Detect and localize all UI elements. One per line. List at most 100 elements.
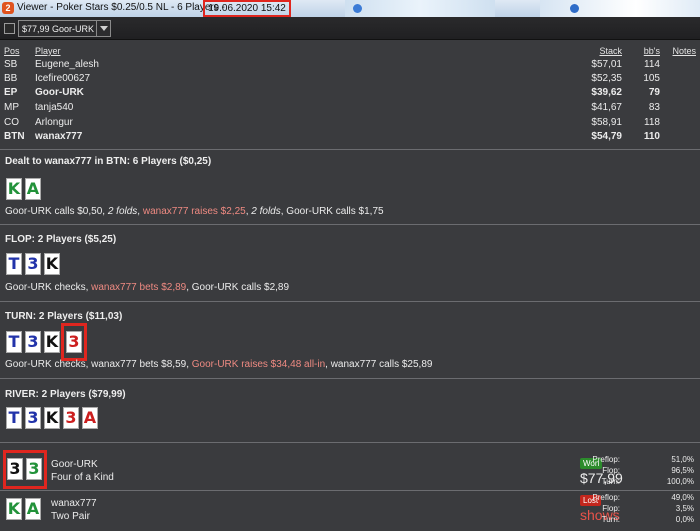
player-name: Arlongur bbox=[35, 117, 73, 128]
showdown-hand: Two Pair bbox=[51, 511, 90, 522]
board-card: K bbox=[44, 331, 60, 353]
action-text: , wanax777 calls $25,89 bbox=[325, 359, 433, 370]
action-text: 2 folds bbox=[107, 206, 138, 217]
board-card: 3 bbox=[25, 253, 41, 275]
equity-label: Preflop: bbox=[592, 493, 620, 502]
board-card: T bbox=[6, 407, 22, 429]
player-position: SB bbox=[4, 59, 18, 70]
action-text: Goor-URK calls $0,50, bbox=[5, 206, 108, 217]
action-text-highlight: wanax777 bets $2,89 bbox=[91, 282, 187, 293]
player-position: MP bbox=[4, 102, 19, 113]
action-text: , Goor-URK calls $1,75 bbox=[280, 206, 384, 217]
action-text-highlight: Goor-URK raises $34,48 all-in bbox=[191, 359, 326, 370]
player-stack: $57,01 bbox=[591, 59, 622, 70]
player-bbs: 105 bbox=[643, 73, 660, 84]
divider bbox=[0, 378, 700, 379]
header-notes[interactable]: Notes bbox=[672, 46, 696, 56]
player-stack: $52,35 bbox=[591, 73, 622, 84]
turn-actions: Goor-URK checks, wanax777 bets $8,59, Go… bbox=[5, 359, 432, 370]
action-text: Goor-URK checks, bbox=[5, 282, 92, 293]
action-text-highlight: wanax777 raises $2,25 bbox=[142, 206, 246, 217]
app-icon: 2 bbox=[2, 2, 14, 14]
equity-value: 51,0% bbox=[671, 455, 694, 464]
window-title: Viewer - Poker Stars $0.25/0.5 NL - 6 Pl… bbox=[17, 2, 225, 13]
hole-card: K bbox=[6, 178, 22, 200]
player-stack: $54,79 bbox=[591, 131, 622, 142]
header-bbs[interactable]: bb's bbox=[644, 46, 660, 56]
turn-title: TURN: 2 Players ($11,03) bbox=[5, 311, 123, 322]
player-bbs: 118 bbox=[644, 117, 660, 128]
player-bbs: 83 bbox=[648, 102, 660, 113]
player-position: BTN bbox=[4, 131, 25, 142]
board-card: 3 bbox=[25, 407, 41, 429]
action-text: , Goor-URK calls $2,89 bbox=[186, 282, 290, 293]
toolbar: $77,99 Goor-URK bbox=[0, 17, 700, 40]
showdown-player-name: Goor-URK bbox=[51, 459, 98, 470]
divider bbox=[0, 442, 700, 443]
player-row: SB Eugene_alesh $57,01 114 bbox=[0, 59, 700, 71]
player-row: BB Icefire00627 $52,35 105 bbox=[0, 73, 700, 85]
highlight-box bbox=[61, 323, 87, 361]
player-bbs: 79 bbox=[648, 87, 660, 98]
action-text: Goor-URK checks, wanax777 bets $8,59, bbox=[5, 359, 192, 370]
header-player[interactable]: Player bbox=[35, 46, 61, 56]
divider bbox=[0, 149, 700, 150]
player-name: Goor-URK bbox=[35, 87, 84, 98]
equity-value: 3,5% bbox=[675, 504, 694, 513]
player-position: EP bbox=[4, 87, 18, 98]
equity-label: Flop: bbox=[602, 504, 620, 513]
showdown-card: K bbox=[6, 498, 22, 520]
showdown-card: A bbox=[25, 498, 41, 520]
chevron-down-icon[interactable] bbox=[96, 21, 110, 36]
board-card: A bbox=[82, 407, 98, 429]
player-row: BTN wanax777 $54,79 110 bbox=[0, 131, 700, 143]
equity-value: 96,5% bbox=[671, 466, 694, 475]
showdown-player-name: wanax777 bbox=[51, 498, 97, 509]
action-text: 2 folds bbox=[251, 206, 281, 217]
board-card: K bbox=[44, 253, 60, 275]
player-bbs: 110 bbox=[643, 131, 660, 142]
board-card: T bbox=[6, 253, 22, 275]
taskbar-thumbnail bbox=[345, 0, 495, 17]
board-card: 3 bbox=[25, 331, 41, 353]
player-position: BB bbox=[4, 73, 18, 84]
equity-label: Preflop: bbox=[592, 455, 620, 464]
player-stack: $41,67 bbox=[591, 102, 622, 113]
player-name: tanja540 bbox=[35, 102, 74, 113]
equity-value: 100,0% bbox=[666, 477, 694, 486]
divider bbox=[0, 224, 700, 225]
board-card: K bbox=[44, 407, 60, 429]
player-position: CO bbox=[4, 117, 19, 128]
preflop-actions: Goor-URK calls $0,50, 2 folds, wanax777 … bbox=[5, 206, 384, 217]
player-stack: $39,62 bbox=[591, 87, 622, 98]
player-select[interactable]: $77,99 Goor-URK bbox=[18, 20, 111, 37]
header-pos[interactable]: Pos bbox=[4, 46, 20, 56]
equity-value: 0,0% bbox=[675, 515, 694, 524]
player-name: Eugene_alesh bbox=[35, 59, 99, 70]
title-bar: 2 Viewer - Poker Stars $0.25/0.5 NL - 6 … bbox=[0, 0, 700, 17]
player-select-value: $77,99 Goor-URK bbox=[22, 24, 95, 34]
equity-label: Turn: bbox=[601, 515, 620, 524]
equity-value: 49,0% bbox=[671, 493, 694, 502]
flop-actions: Goor-URK checks, wanax777 bets $2,89, Go… bbox=[5, 282, 289, 293]
divider bbox=[0, 490, 700, 491]
player-row: MP tanja540 $41,67 83 bbox=[0, 102, 700, 114]
player-row: CO Arlongur $58,91 118 bbox=[0, 117, 700, 129]
board-card: 3 bbox=[63, 407, 79, 429]
player-name: Icefire00627 bbox=[35, 73, 91, 84]
divider bbox=[0, 301, 700, 302]
hand-datetime: 19.06.2020 15:42 bbox=[203, 0, 291, 17]
player-row: EP Goor-URK $39,62 79 bbox=[0, 87, 700, 99]
player-bbs: 114 bbox=[644, 59, 660, 70]
player-name: wanax777 bbox=[35, 131, 83, 142]
highlight-box bbox=[3, 450, 47, 489]
flop-title: FLOP: 2 Players ($5,25) bbox=[5, 234, 117, 245]
taskbar-thumbnail bbox=[540, 0, 700, 17]
board-card: T bbox=[6, 331, 22, 353]
river-title: RIVER: 2 Players ($79,99) bbox=[5, 389, 126, 400]
preflop-title: Dealt to wanax777 in BTN: 6 Players ($0,… bbox=[5, 156, 212, 167]
header-stack[interactable]: Stack bbox=[599, 46, 622, 56]
hole-card: A bbox=[25, 178, 41, 200]
select-checkbox[interactable] bbox=[4, 23, 15, 34]
equity-label: Turn: bbox=[601, 477, 620, 486]
